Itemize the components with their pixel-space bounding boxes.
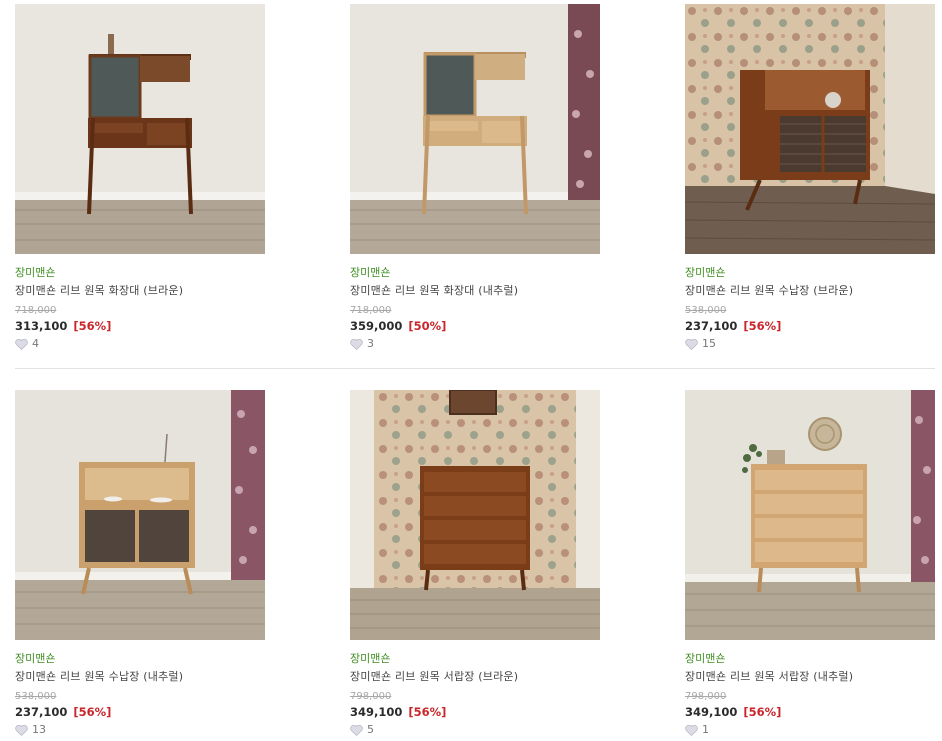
sale-price: 313,100 — [15, 319, 68, 333]
like-count-value: 15 — [702, 337, 716, 350]
brand-name[interactable]: 장미맨숀 — [15, 266, 265, 280]
product-image-vanity-brown[interactable] — [15, 4, 265, 254]
product-card[interactable]: 장미맨숀 장미맨숀 리브 원목 수납장 (내추럴) 538,000 237,10… — [15, 390, 265, 737]
discount-rate: [56%] — [743, 319, 782, 333]
original-price: 718,000 — [350, 305, 392, 316]
product-card[interactable]: 장미맨숀 장미맨숀 리브 원목 서랍장 (브라운) 798,000 349,10… — [350, 390, 600, 737]
like-count: 1 — [685, 723, 935, 737]
like-count: 4 — [15, 337, 265, 351]
original-price: 798,000 — [685, 691, 727, 702]
price-line: 237,100 [56%] — [685, 319, 935, 334]
product-image-cabinet-brown[interactable] — [685, 4, 935, 254]
product-name[interactable]: 장미맨숀 리브 원목 서랍장 (브라운) — [350, 670, 600, 684]
sale-price: 359,000 — [350, 319, 403, 333]
heart-icon[interactable] — [350, 338, 363, 350]
like-count-value: 5 — [367, 723, 374, 736]
brand-name[interactable]: 장미맨숀 — [15, 652, 265, 666]
heart-icon[interactable] — [15, 338, 28, 350]
product-name[interactable]: 장미맨숀 리브 원목 화장대 (내추럴) — [350, 284, 600, 298]
price-line: 349,100 [56%] — [350, 705, 600, 720]
like-count-value: 4 — [32, 337, 39, 350]
like-count-value: 3 — [367, 337, 374, 350]
brand-name[interactable]: 장미맨숀 — [685, 652, 935, 666]
like-count-value: 1 — [702, 723, 709, 736]
product-card[interactable]: 장미맨숀 장미맨숀 리브 원목 수납장 (브라운) 538,000 237,10… — [685, 4, 935, 351]
product-card[interactable]: 장미맨숀 장미맨숀 리브 원목 서랍장 (내추럴) 798,000 349,10… — [685, 390, 935, 737]
product-name[interactable]: 장미맨숀 리브 원목 수납장 (브라운) — [685, 284, 935, 298]
like-count: 15 — [685, 337, 935, 351]
heart-icon[interactable] — [685, 338, 698, 350]
row-divider — [15, 368, 935, 369]
heart-icon[interactable] — [15, 724, 28, 736]
sale-price: 237,100 — [15, 705, 68, 719]
product-image-cabinet-natural[interactable] — [15, 390, 265, 640]
brand-name[interactable]: 장미맨숀 — [350, 266, 600, 280]
price-line: 359,000 [50%] — [350, 319, 600, 334]
like-count: 3 — [350, 337, 600, 351]
price-line: 313,100 [56%] — [15, 319, 265, 334]
like-count: 13 — [15, 723, 265, 737]
price-line: 237,100 [56%] — [15, 705, 265, 720]
discount-rate: [56%] — [73, 705, 112, 719]
product-card[interactable]: 장미맨숀 장미맨숀 리브 원목 화장대 (내추럴) 718,000 359,00… — [350, 4, 600, 351]
product-card[interactable]: 장미맨숀 장미맨숀 리브 원목 화장대 (브라운) 718,000 313,10… — [15, 4, 265, 351]
like-count: 5 — [350, 723, 600, 737]
product-grid: 장미맨숀 장미맨숀 리브 원목 화장대 (브라운) 718,000 313,10… — [0, 0, 942, 741]
sale-price: 349,100 — [350, 705, 403, 719]
product-image-drawer-brown[interactable] — [350, 390, 600, 640]
discount-rate: [56%] — [743, 705, 782, 719]
original-price: 538,000 — [15, 691, 57, 702]
discount-rate: [56%] — [408, 705, 447, 719]
original-price: 798,000 — [350, 691, 392, 702]
heart-icon[interactable] — [350, 724, 363, 736]
price-line: 349,100 [56%] — [685, 705, 935, 720]
like-count-value: 13 — [32, 723, 46, 736]
brand-name[interactable]: 장미맨숀 — [685, 266, 935, 280]
discount-rate: [50%] — [408, 319, 447, 333]
discount-rate: [56%] — [73, 319, 112, 333]
brand-name[interactable]: 장미맨숀 — [350, 652, 600, 666]
product-image-vanity-natural[interactable] — [350, 4, 600, 254]
product-name[interactable]: 장미맨숀 리브 원목 수납장 (내추럴) — [15, 670, 265, 684]
product-name[interactable]: 장미맨숀 리브 원목 서랍장 (내추럴) — [685, 670, 935, 684]
original-price: 718,000 — [15, 305, 57, 316]
product-image-drawer-natural[interactable] — [685, 390, 935, 640]
product-name[interactable]: 장미맨숀 리브 원목 화장대 (브라운) — [15, 284, 265, 298]
sale-price: 349,100 — [685, 705, 738, 719]
heart-icon[interactable] — [685, 724, 698, 736]
sale-price: 237,100 — [685, 319, 738, 333]
original-price: 538,000 — [685, 305, 727, 316]
